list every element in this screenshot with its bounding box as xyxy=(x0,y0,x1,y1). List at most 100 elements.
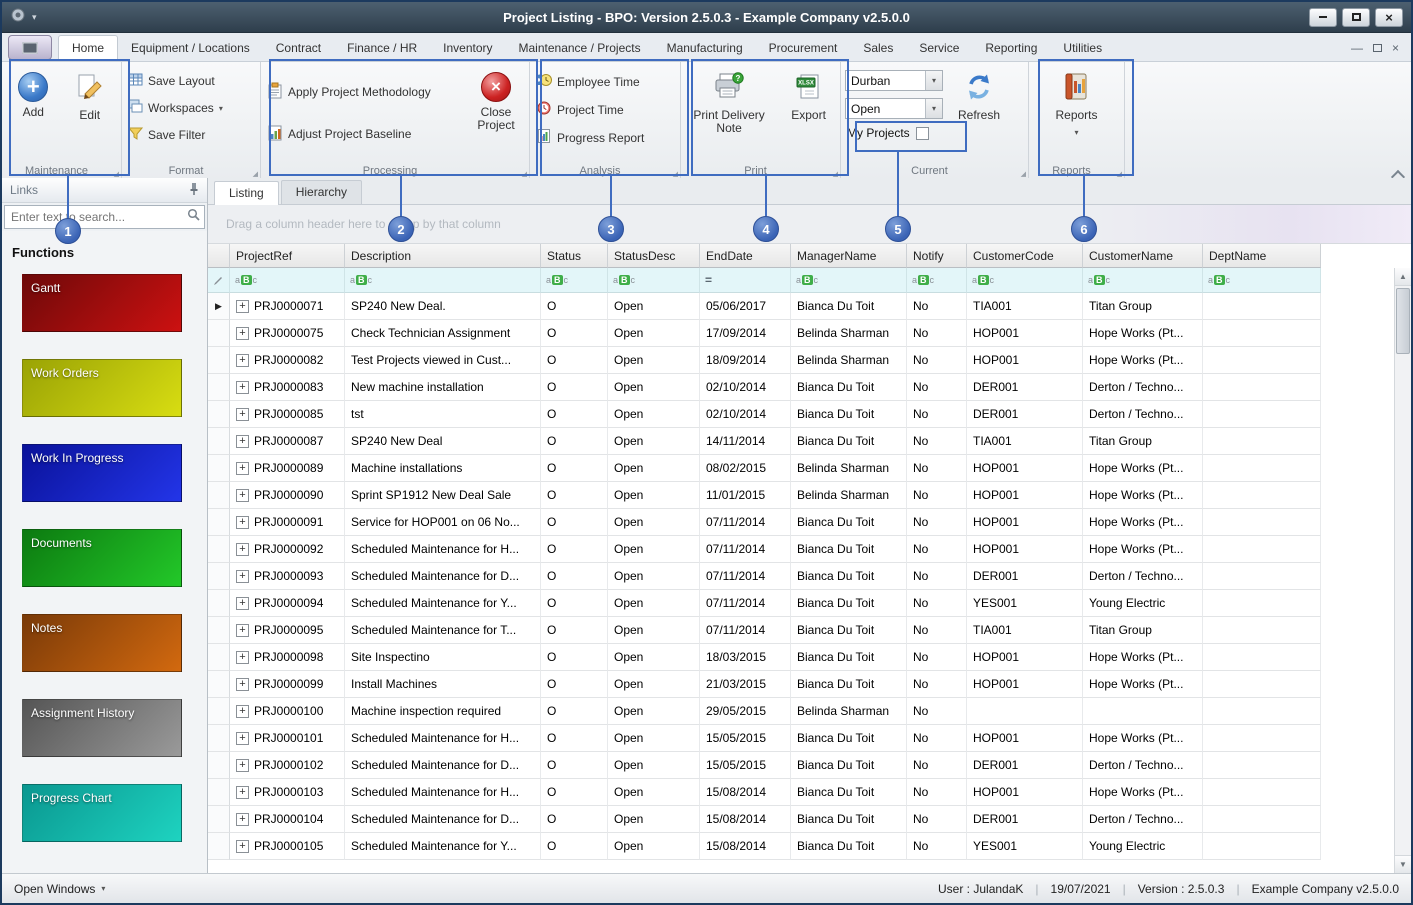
table-row[interactable]: + PRJ0000102 Scheduled Maintenance for D..… xyxy=(208,752,1411,779)
table-row[interactable]: + PRJ0000095 Scheduled Maintenance for T..… xyxy=(208,617,1411,644)
ribbon-restore-icon[interactable] xyxy=(1372,44,1382,52)
dialog-launcher-icon[interactable]: ◢ xyxy=(1021,170,1026,178)
application-button[interactable] xyxy=(8,35,52,60)
row-expander-icon[interactable]: + xyxy=(236,650,249,664)
table-row[interactable]: + PRJ0000104 Scheduled Maintenance for D..… xyxy=(208,806,1411,833)
reports-button[interactable]: Reports ▾ xyxy=(1049,68,1105,139)
dialog-launcher-icon[interactable]: ◢ xyxy=(1117,170,1122,178)
table-row[interactable]: + PRJ0000092 Scheduled Maintenance for H..… xyxy=(208,536,1411,563)
ribbon-tab-inventory[interactable]: Inventory xyxy=(430,36,505,61)
row-expander-icon[interactable]: + xyxy=(236,461,249,475)
close-project-button[interactable]: × Close Project xyxy=(467,68,525,162)
filter-cell-notify[interactable]: aBc xyxy=(907,268,967,293)
ribbon-tab-reporting[interactable]: Reporting xyxy=(972,36,1050,61)
status-filter-dropdown[interactable]: Open ▾ xyxy=(845,98,943,119)
table-row[interactable]: + PRJ0000075 Check Technician Assignment O O… xyxy=(208,320,1411,347)
function-tile-work-in-progress[interactable]: Work In Progress xyxy=(22,444,182,502)
function-tile-notes[interactable]: Notes xyxy=(22,614,182,672)
group-by-bar[interactable]: Drag a column header here to group by th… xyxy=(208,205,1411,244)
column-header-projectref[interactable]: ProjectRef xyxy=(230,244,345,268)
row-expander-icon[interactable]: + xyxy=(236,731,249,745)
table-row[interactable]: + PRJ0000082 Test Projects viewed in Cust.… xyxy=(208,347,1411,374)
search-icon[interactable] xyxy=(187,208,200,226)
function-tile-documents[interactable]: Documents xyxy=(22,529,182,587)
column-header-description[interactable]: Description xyxy=(345,244,541,268)
filter-cell-statusdesc[interactable]: aBc xyxy=(608,268,700,293)
quick-access-caret-icon[interactable]: ▾ xyxy=(32,12,37,23)
table-row[interactable]: + PRJ0000101 Scheduled Maintenance for H..… xyxy=(208,725,1411,752)
table-row[interactable]: + PRJ0000087 SP240 New Deal O Open 14/11/2014… xyxy=(208,428,1411,455)
table-row[interactable]: + PRJ0000090 Sprint SP1912 New Deal Sale O O… xyxy=(208,482,1411,509)
ribbon-tab-maintenance-projects[interactable]: Maintenance / Projects xyxy=(506,36,654,61)
ribbon-tab-home[interactable]: Home xyxy=(58,35,119,61)
filter-cell-customercode[interactable]: aBc xyxy=(967,268,1083,293)
dropdown-arrow-icon[interactable]: ▾ xyxy=(925,71,942,90)
row-expander-icon[interactable]: + xyxy=(236,299,249,313)
row-expander-icon[interactable]: + xyxy=(236,677,249,691)
row-expander-icon[interactable]: + xyxy=(236,326,249,340)
employee-time-button[interactable]: Employee Time xyxy=(536,72,674,91)
row-expander-icon[interactable]: + xyxy=(236,704,249,718)
refresh-button[interactable]: Refresh xyxy=(951,68,1007,162)
vertical-scrollbar[interactable]: ▲ ▼ xyxy=(1394,268,1411,873)
column-header-statusdesc[interactable]: StatusDesc xyxy=(608,244,700,268)
row-expander-icon[interactable]: + xyxy=(236,407,249,421)
site-filter-dropdown[interactable]: Durban ▾ xyxy=(845,70,943,91)
tab-listing[interactable]: Listing xyxy=(214,181,279,205)
function-tile-gantt[interactable]: Gantt xyxy=(22,274,182,332)
table-row[interactable]: + PRJ0000094 Scheduled Maintenance for Y..… xyxy=(208,590,1411,617)
minimize-button[interactable] xyxy=(1309,7,1337,27)
filter-cell-deptname[interactable]: aBc xyxy=(1203,268,1321,293)
ribbon-close-icon[interactable]: × xyxy=(1392,41,1399,55)
apply-project-methodology-button[interactable]: Apply Project Methodology xyxy=(267,82,465,102)
row-expander-icon[interactable]: + xyxy=(236,812,249,826)
table-row[interactable]: + PRJ0000093 Scheduled Maintenance for D..… xyxy=(208,563,1411,590)
table-row[interactable]: ▶ + PRJ0000071 SP240 New Deal. O Open 05/06/20… xyxy=(208,293,1411,320)
filter-cell-status[interactable]: aBc xyxy=(541,268,608,293)
open-windows-button[interactable]: Open Windows ▾ xyxy=(14,882,105,896)
dialog-launcher-icon[interactable]: ◢ xyxy=(522,170,527,178)
workspaces-button[interactable]: Workspaces ▾ xyxy=(128,99,254,117)
row-expander-icon[interactable]: + xyxy=(236,353,249,367)
project-time-button[interactable]: Project Time xyxy=(536,100,674,119)
row-expander-icon[interactable]: + xyxy=(236,515,249,529)
table-row[interactable]: + PRJ0000085 tst O Open 02/10/2014 Bianca Du T… xyxy=(208,401,1411,428)
dialog-launcher-icon[interactable]: ◢ xyxy=(114,170,119,178)
tab-hierarchy[interactable]: Hierarchy xyxy=(280,180,363,204)
ribbon-tab-utilities[interactable]: Utilities xyxy=(1050,36,1115,61)
progress-report-button[interactable]: Progress Report xyxy=(536,128,674,147)
collapse-ribbon-icon[interactable] xyxy=(1392,168,1403,176)
table-row[interactable]: + PRJ0000099 Install Machines O Open 21/03/20… xyxy=(208,671,1411,698)
function-tile-work-orders[interactable]: Work Orders xyxy=(22,359,182,417)
scroll-down-icon[interactable]: ▼ xyxy=(1395,855,1411,873)
scroll-up-icon[interactable]: ▲ xyxy=(1395,268,1411,286)
table-row[interactable]: + PRJ0000103 Scheduled Maintenance for H..… xyxy=(208,779,1411,806)
ribbon-tab-sales[interactable]: Sales xyxy=(850,36,906,61)
filter-cell-managername[interactable]: aBc xyxy=(791,268,907,293)
print-delivery-note-button[interactable]: ? Print Delivery Note xyxy=(687,68,771,162)
column-header-customercode[interactable]: CustomerCode xyxy=(967,244,1083,268)
table-row[interactable]: + PRJ0000105 Scheduled Maintenance for Y..… xyxy=(208,833,1411,860)
dialog-launcher-icon[interactable]: ◢ xyxy=(833,170,838,178)
ribbon-tab-contract[interactable]: Contract xyxy=(263,36,334,61)
row-expander-icon[interactable]: + xyxy=(236,434,249,448)
table-row[interactable]: + PRJ0000089 Machine installations O Open 08/… xyxy=(208,455,1411,482)
edit-button[interactable]: Edit xyxy=(63,68,118,122)
function-tile-progress-chart[interactable]: Progress Chart xyxy=(22,784,182,842)
row-expander-icon[interactable]: + xyxy=(236,758,249,772)
filter-cell-enddate[interactable]: = xyxy=(700,268,791,293)
row-expander-icon[interactable]: + xyxy=(236,785,249,799)
filter-cell-description[interactable]: aBc xyxy=(345,268,541,293)
filter-cell-projectref[interactable]: aBc xyxy=(230,268,345,293)
scrollbar-thumb[interactable] xyxy=(1396,288,1410,354)
ribbon-tab-equipment-locations[interactable]: Equipment / Locations xyxy=(118,36,263,61)
row-expander-icon[interactable]: + xyxy=(236,569,249,583)
column-header-status[interactable]: Status xyxy=(541,244,608,268)
ribbon-minimize-icon[interactable]: — xyxy=(1351,41,1363,55)
column-header-enddate[interactable]: EndDate xyxy=(700,244,791,268)
column-header-managername[interactable]: ManagerName xyxy=(791,244,907,268)
save-layout-button[interactable]: Save Layout xyxy=(128,72,254,90)
my-projects-checkbox[interactable]: My Projects xyxy=(845,126,943,140)
row-expander-icon[interactable]: + xyxy=(236,623,249,637)
table-row[interactable]: + PRJ0000091 Service for HOP001 on 06 No..… xyxy=(208,509,1411,536)
